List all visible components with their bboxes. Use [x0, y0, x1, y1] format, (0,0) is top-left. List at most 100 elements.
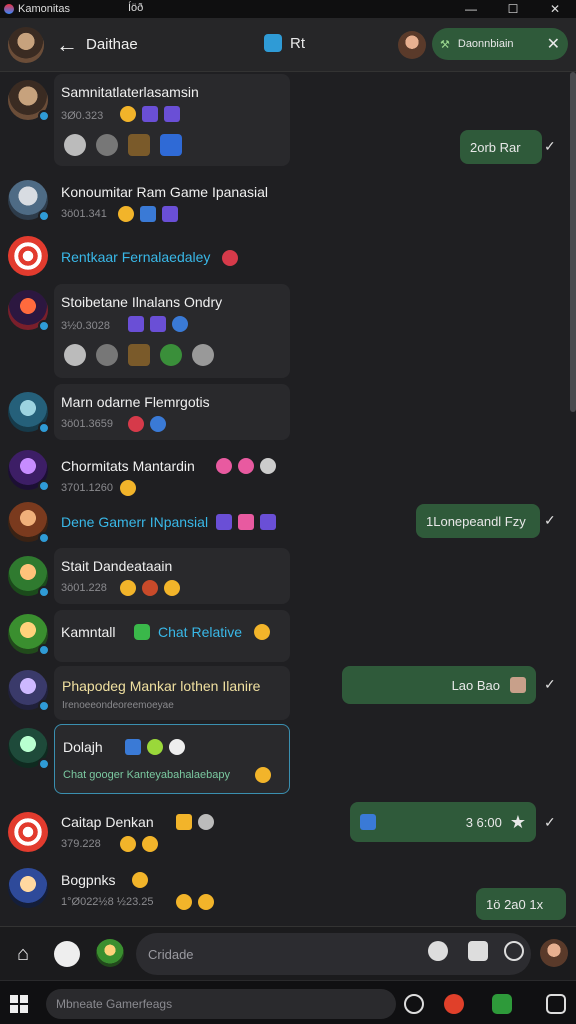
outgoing-message[interactable]: 2orb Rar — [460, 130, 542, 164]
outgoing-message[interactable]: 3 6:00 ★ — [350, 802, 536, 842]
conversation-sub: 379.228 — [61, 838, 101, 850]
reaction-icon[interactable] — [160, 134, 182, 156]
maximize-button[interactable]: ☐ — [492, 0, 534, 18]
emoji-icon — [172, 316, 188, 332]
sticker-icon — [260, 514, 276, 530]
close-window-button[interactable]: ✕ — [534, 0, 576, 18]
outgoing-message[interactable]: 1ö 2a0 1x — [476, 888, 566, 920]
message-placeholder: Cridade — [148, 946, 194, 962]
channel-label: Rt — [290, 34, 305, 52]
reaction-icon[interactable] — [96, 134, 118, 156]
profile-avatar[interactable] — [8, 26, 44, 63]
outgoing-message[interactable]: 1Lonepeandl Fzy — [416, 504, 540, 538]
avatar[interactable] — [8, 392, 50, 434]
avatar[interactable] — [8, 670, 50, 712]
list-item[interactable]: Dolajh Chat googer Kanteyabahalaebapy — [54, 724, 290, 794]
app-title: Kamonitas — [0, 3, 70, 15]
close-icon[interactable]: ✕ — [547, 34, 560, 54]
home-icon[interactable]: ⌂ — [10, 941, 36, 967]
wrench-icon: ⚒ — [440, 38, 450, 51]
avatar[interactable] — [8, 236, 48, 276]
avatar[interactable] — [8, 80, 50, 122]
sticker-icon — [140, 206, 156, 222]
reaction-icon[interactable] — [160, 344, 182, 366]
header-title: Daithae — [86, 36, 138, 53]
location-icon[interactable] — [504, 941, 524, 961]
reaction-icon[interactable] — [96, 344, 118, 366]
taskbar-search-text: Mbneate Gamerfeags — [56, 997, 173, 1011]
list-item[interactable]: Samnitatlaterlasamsin 3Ø0.323 — [54, 74, 290, 166]
conversation-name: Samnitatlaterlasamsin — [61, 84, 199, 100]
info-icon[interactable] — [428, 941, 448, 961]
emoji-icon — [147, 739, 163, 755]
avatar[interactable] — [540, 939, 568, 967]
pill-label: Daonnbiain — [457, 38, 514, 50]
app-icon[interactable] — [492, 994, 512, 1014]
reaction-icon[interactable] — [64, 134, 86, 156]
avatar[interactable] — [8, 290, 50, 332]
window-tab-text: Íöð — [128, 2, 144, 14]
header-channel[interactable]: Rt — [264, 34, 305, 52]
camera-icon[interactable] — [54, 941, 80, 967]
conversation-sub: 3½0.3028 — [61, 320, 110, 332]
emoji-icon — [198, 894, 214, 910]
list-item[interactable]: Kamntall Chat Relative — [54, 610, 290, 662]
avatar[interactable] — [8, 502, 50, 544]
avatar[interactable] — [8, 180, 50, 222]
avatar[interactable] — [8, 450, 50, 492]
sticker-icon — [238, 514, 254, 530]
avatar[interactable] — [8, 556, 50, 598]
avatar[interactable] — [8, 614, 50, 656]
message-text: 2orb Rar — [470, 139, 521, 155]
emoji-icon — [118, 206, 134, 222]
message-text: Lao Bao — [451, 677, 500, 693]
avatar[interactable] — [8, 728, 50, 770]
chat-feed[interactable]: Samnitatlaterlasamsin 3Ø0.323 2orb Rar ✓… — [0, 72, 576, 926]
conversation-name: Phapodeg Mankar lothen Ilanire — [62, 678, 261, 694]
emoji-icon — [198, 814, 214, 830]
avatar — [510, 677, 526, 693]
emoji-icon — [120, 836, 136, 852]
conversation-name: Caitap Denkan — [61, 814, 154, 830]
conversation-name: Konoumitar Ram Game Ipanasial — [61, 184, 268, 200]
conversation-name: Rentkaar Fernalaedaley — [61, 249, 211, 265]
list-item[interactable]: Marn odarne Flemrgotis 3ö01.3659 — [54, 384, 290, 440]
photo-icon[interactable] — [468, 941, 488, 961]
status-pill[interactable]: ⚒ Daonnbiain ✕ — [432, 28, 568, 60]
contact-avatar[interactable] — [398, 31, 426, 59]
list-item[interactable]: Phapodeg Mankar lothen Ilanire Irenoeeon… — [54, 666, 290, 720]
message-text: 3 6:00 — [465, 814, 502, 830]
check-icon: ✓ — [544, 512, 556, 528]
sticker-icon — [128, 316, 144, 332]
taskbar-search[interactable]: Mbneate Gamerfeags — [46, 989, 396, 1019]
conversation-name: Dene Gamerr INpansial — [61, 514, 209, 530]
app-icon[interactable] — [444, 994, 464, 1014]
sticker-icon — [150, 316, 166, 332]
emoji-icon — [120, 480, 136, 496]
avatar[interactable] — [8, 812, 48, 852]
sticker-icon — [162, 206, 178, 222]
start-icon[interactable] — [10, 995, 28, 1013]
arrow-left-icon[interactable]: ← — [56, 32, 78, 58]
sticker-icon — [216, 514, 232, 530]
reaction-icon[interactable] — [128, 344, 150, 366]
list-item[interactable]: Stoibetane Ilnalans Ondry 3½0.3028 — [54, 284, 290, 378]
browser-icon[interactable] — [404, 994, 424, 1014]
sticker-icon — [142, 106, 158, 122]
reaction-icon[interactable] — [64, 344, 86, 366]
reaction-icon[interactable] — [128, 134, 150, 156]
outgoing-message[interactable]: Lao Bao — [342, 666, 536, 704]
channel-icon — [264, 34, 282, 52]
taskbar: Mbneate Gamerfeags — [0, 980, 576, 1024]
sticker-icon — [164, 106, 180, 122]
conversation-sub: Irenoeeondeoreemoeyae — [62, 700, 174, 711]
emoji-icon — [238, 458, 254, 474]
reaction-icon[interactable] — [192, 344, 214, 366]
avatar[interactable] — [96, 939, 124, 967]
window-icon[interactable] — [546, 994, 566, 1014]
list-item[interactable]: Stait Dandeataain 3ö01.228 — [54, 548, 290, 604]
avatar[interactable] — [8, 868, 48, 908]
minimize-button[interactable]: — — [450, 0, 492, 18]
conversation-sub: 1°Ø022½8 ½23.25 — [61, 896, 154, 908]
check-icon: ✓ — [544, 138, 556, 154]
